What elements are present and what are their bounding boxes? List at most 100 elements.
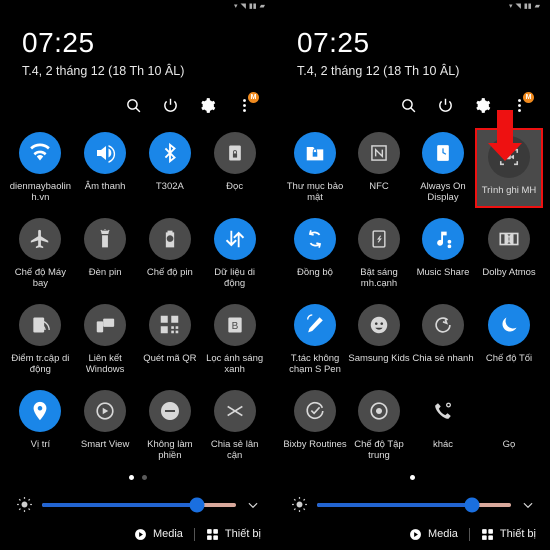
brightness-row-left [0, 486, 275, 518]
tile-airplane-mode[interactable]: Chế độ Máy bay [8, 212, 73, 296]
clock-date: T.4, 2 tháng 12 (18 Th 10 ÂL) [22, 63, 185, 78]
quick-share-icon [422, 303, 464, 346]
media-label: Media [427, 528, 458, 541]
tile-label: Music Share [416, 266, 470, 278]
tile-partial-next[interactable]: Gọ [475, 384, 543, 468]
gear-icon[interactable] [198, 97, 216, 115]
tile-label: Đồng bộ [297, 266, 333, 278]
tile-secure-folder[interactable]: Thư mục bảo mật [283, 126, 347, 210]
flashlight-icon [84, 217, 127, 260]
page-dot[interactable] [410, 475, 415, 481]
devices-button[interactable]: Thiết bị [206, 528, 261, 541]
secure-folder-icon [294, 131, 336, 174]
tile-label: Đọc [226, 180, 244, 192]
tile-samsung-kids[interactable]: Samsung Kids [347, 298, 411, 382]
bixby-routines-icon [294, 389, 336, 432]
gear-icon[interactable] [473, 97, 491, 115]
tile-label: Gọ [502, 438, 516, 450]
do-not-disturb-icon [148, 389, 191, 432]
tile-bixby-routines[interactable]: Bixby Routines [283, 384, 347, 468]
chevron-down-icon[interactable] [520, 497, 536, 513]
tile-smart-view[interactable]: Smart View [73, 384, 138, 468]
header-actions-right: M [275, 78, 550, 120]
chevron-down-icon[interactable] [245, 497, 261, 513]
power-icon[interactable] [436, 97, 454, 115]
page-dot[interactable] [128, 475, 134, 481]
tile-label: Không làm phiền [147, 438, 193, 461]
overflow-menu-icon[interactable]: M [235, 91, 259, 115]
call-icon [422, 390, 464, 432]
tile-sound[interactable]: Âm thanh [73, 126, 138, 210]
brightness-slider[interactable] [42, 497, 236, 513]
devices-button[interactable]: Thiết bị [481, 528, 536, 541]
devices-label: Thiết bị [499, 528, 536, 541]
header-actions-left: M [0, 78, 275, 120]
tile-label: Điểm tr.cập di động [11, 352, 70, 375]
page-indicator-left [0, 470, 275, 486]
media-button[interactable]: Media [134, 528, 183, 541]
tile-always-on-display[interactable]: Always On Display [411, 126, 475, 210]
focus-mode-icon [358, 389, 400, 432]
tile-link-to-windows[interactable]: Liên kết Windows [73, 298, 138, 382]
tile-nearby-share[interactable]: Chia sẻ lân cận [202, 384, 267, 468]
overflow-menu-icon[interactable]: M [510, 91, 534, 115]
tile-screen-recorder[interactable]: Trình ghi MH [475, 127, 543, 208]
tile-secure-read[interactable]: Đọc [202, 126, 267, 210]
airplane-icon [19, 217, 62, 260]
tile-mobile-hotspot[interactable]: Điểm tr.cập di động [8, 298, 73, 382]
tile-label: Always On Display [420, 180, 466, 203]
tile-blue-light-filter[interactable]: B Lọc ánh sáng xanh [202, 298, 267, 382]
tile-wifi[interactable]: dienmaybaolinh.vn [8, 126, 73, 210]
wifi-icon: ◥ [240, 2, 246, 10]
tile-sync[interactable]: Đồng bộ [283, 212, 347, 296]
nearby-share-icon [213, 389, 256, 432]
tile-dark-mode[interactable]: Chế độ Tối [475, 298, 543, 382]
search-icon[interactable] [124, 97, 142, 115]
battery-saver-icon [148, 217, 191, 260]
tile-mobile-data[interactable]: Dữ liệu di động [202, 212, 267, 296]
tile-label: Liên kết Windows [85, 352, 125, 375]
menu-badge: M [248, 91, 259, 103]
brightness-knob[interactable] [464, 497, 480, 513]
blank-icon [488, 390, 530, 432]
tile-dolby-atmos[interactable]: Dolby Atmos [475, 212, 543, 296]
search-icon[interactable] [399, 97, 417, 115]
tile-location[interactable]: Vị trí [8, 384, 73, 468]
media-button[interactable]: Media [409, 528, 458, 541]
tile-do-not-disturb[interactable]: Không làm phiền [138, 384, 203, 468]
tile-label: Thư mục bảo mật [286, 180, 344, 203]
page-dot[interactable] [141, 475, 147, 481]
tile-power-saving[interactable]: Chế độ pin [138, 212, 203, 296]
tile-flashlight[interactable]: Đèn pin [73, 212, 138, 296]
samsung-kids-icon [358, 303, 400, 346]
tile-nfc[interactable]: NFC [347, 126, 411, 210]
tile-quick-share[interactable]: Chia sẻ nhanh [411, 298, 475, 382]
brightness-slider[interactable] [317, 497, 511, 513]
signal-bars-icon: ▮▮ [248, 2, 257, 10]
svg-text:B: B [231, 321, 238, 332]
tile-scan-qr[interactable]: Quét mã QR [138, 298, 203, 382]
tile-label: khác [432, 438, 454, 450]
tile-edge-lighting[interactable]: Bật sáng mh.cạnh [347, 212, 411, 296]
tile-music-share[interactable]: Music Share [411, 212, 475, 296]
sync-icon [294, 217, 336, 260]
windows-link-icon [84, 303, 127, 346]
smart-view-icon [84, 389, 127, 432]
tile-bluetooth[interactable]: T302A [138, 126, 203, 210]
tile-label: Chia sẻ nhanh [412, 352, 474, 364]
play-circle-icon [135, 528, 146, 540]
tile-focus-mode[interactable]: Chế độ Tập trung [347, 384, 411, 468]
quick-panel-right: ▾ ◥ ▮▮ ▰ 07:25 T.4, 2 tháng 12 (18 Th 10… [275, 0, 550, 550]
brightness-sun-icon [16, 496, 33, 513]
s-pen-air-action-icon [294, 303, 336, 346]
power-icon[interactable] [161, 97, 179, 115]
brightness-knob[interactable] [189, 497, 205, 513]
page-indicator-right [275, 470, 550, 486]
tile-label: dienmaybaolinh.vn [9, 180, 71, 203]
tile-label: Bixby Routines [283, 438, 347, 450]
tile-other[interactable]: khác [411, 384, 475, 468]
tile-s-pen-air-action[interactable]: T.tác không chạm S Pen [283, 298, 347, 382]
grid-squares-icon [207, 528, 218, 540]
brightness-fill [42, 502, 198, 507]
nfc-icon [358, 131, 400, 174]
